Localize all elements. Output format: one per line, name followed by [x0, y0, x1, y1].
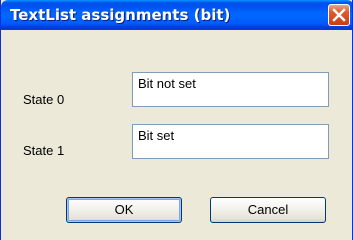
state0-text-field[interactable]: Bit not set	[132, 72, 329, 107]
close-button[interactable]	[328, 4, 350, 26]
state1-text-field[interactable]: Bit set	[132, 124, 329, 159]
dialog-window: TextList assignments (bit) State 0 Bit n…	[0, 0, 353, 240]
state1-label: State 1	[23, 143, 65, 158]
ok-button[interactable]: OK	[66, 197, 182, 223]
title-bar[interactable]: TextList assignments (bit)	[1, 0, 352, 30]
cancel-button[interactable]: Cancel	[210, 197, 326, 223]
window-title: TextList assignments (bit)	[10, 6, 231, 24]
close-icon	[332, 8, 346, 22]
state0-label: State 0	[23, 92, 65, 107]
